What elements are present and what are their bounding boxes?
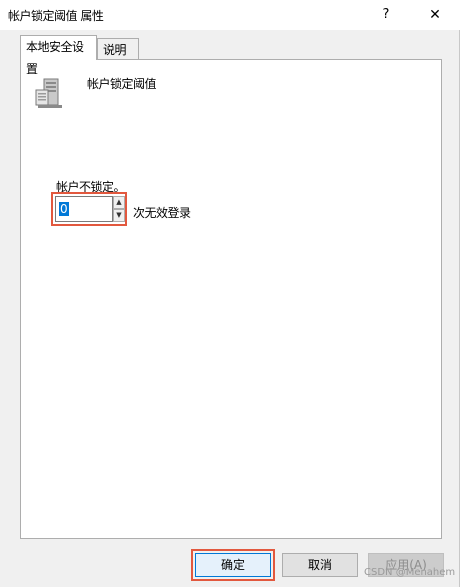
invalid-logon-suffix: 次无效登录: [133, 206, 191, 220]
window-title: 帐户锁定阈值 属性: [8, 9, 104, 23]
close-button[interactable]: ✕: [415, 0, 455, 30]
tab-local-security-setting[interactable]: 本地安全设置: [20, 35, 97, 76]
lockout-threshold-input[interactable]: 0: [55, 196, 113, 222]
server-policy-icon: [35, 78, 62, 108]
spin-down-button[interactable]: ▼: [113, 209, 125, 222]
help-button[interactable]: ?: [370, 0, 402, 30]
policy-name: 帐户锁定阈值: [87, 77, 157, 91]
title-bar: 帐户锁定阈值 属性 ? ✕: [0, 0, 460, 30]
tab-explain[interactable]: 说明: [97, 38, 139, 60]
properties-dialog: 帐户锁定阈值 属性 ? ✕ 本地安全设置 说明 帐户锁定阈值 帐户不锁定。 0 …: [0, 0, 460, 587]
spin-up-button[interactable]: ▲: [113, 196, 125, 209]
lockout-threshold-value: 0: [59, 202, 69, 216]
watermark: CSDN @Menahem: [364, 567, 456, 578]
ok-button[interactable]: 确定: [195, 553, 271, 577]
cancel-button[interactable]: 取消: [282, 553, 358, 577]
tab-panel: 帐户锁定阈值 帐户不锁定。 0 ▲ ▼ 次无效登录: [20, 59, 442, 539]
